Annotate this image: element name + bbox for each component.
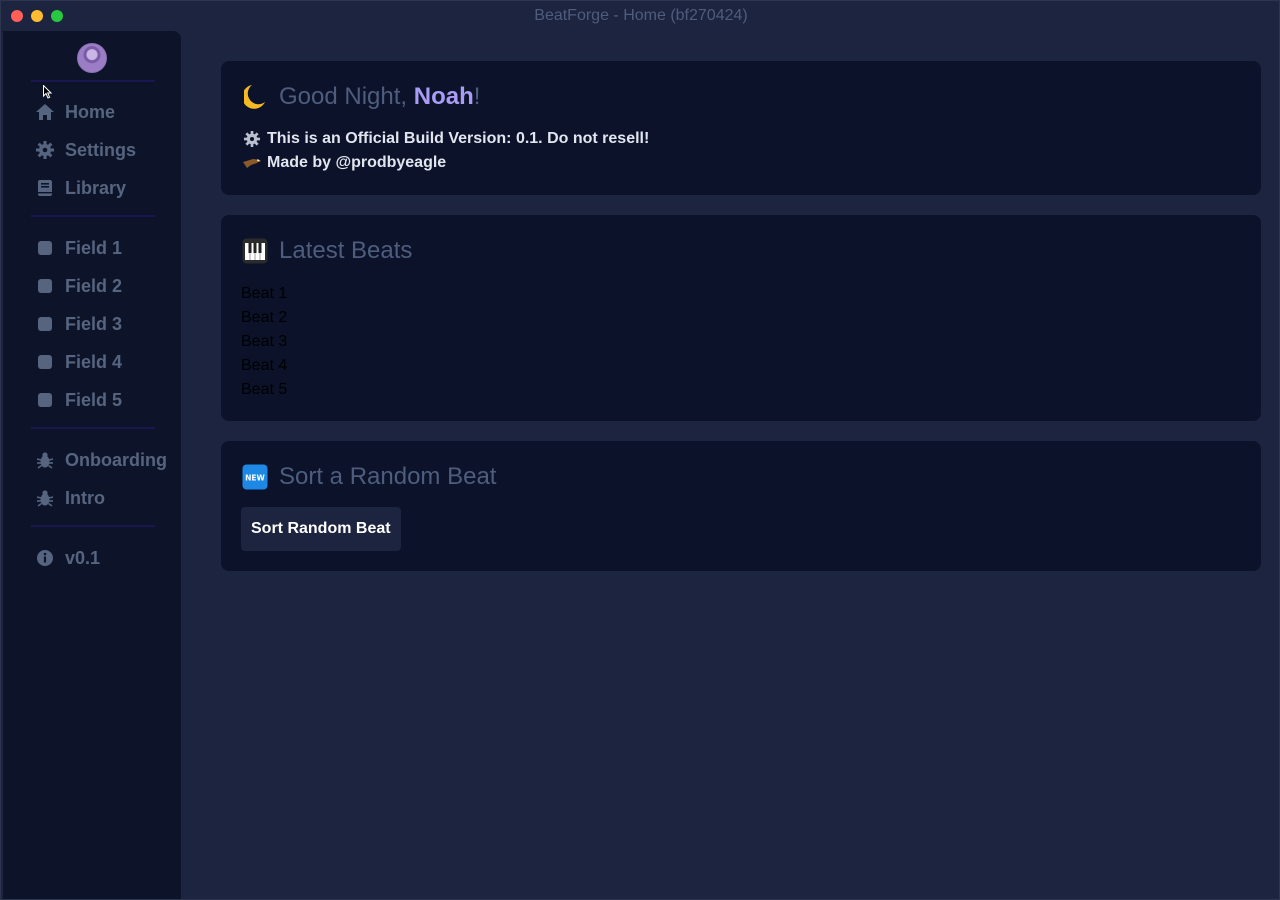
window-title: BeatForge - Home (bf270424) [534, 7, 748, 24]
gear-icon [35, 140, 55, 160]
made-by-text: Made by @prodbyeagle [267, 154, 447, 171]
sidebar-divider [31, 525, 155, 527]
avatar[interactable] [77, 43, 107, 73]
sidebar: Home Settings Library Field 1 Field 2 Fi… [3, 31, 181, 899]
sidebar-item-label: v0.1 [65, 547, 101, 568]
mouse-cursor-icon [43, 85, 53, 99]
sidebar-item-field-1[interactable]: Field 1 [35, 235, 122, 261]
crescent-moon-icon [241, 83, 269, 111]
sidebar-item-field-4[interactable]: Field 4 [35, 349, 122, 375]
sidebar-item-label: Settings [65, 139, 137, 160]
home-icon [35, 102, 55, 122]
greeting-suffix: ! [473, 83, 481, 110]
sidebar-item-field-3[interactable]: Field 3 [35, 311, 122, 337]
sidebar-item-label: Field 4 [65, 351, 123, 372]
sidebar-item-label: Field 3 [65, 313, 123, 334]
info-icon [35, 548, 55, 568]
greeting-prefix: Good Night, [279, 83, 414, 110]
build-notice-text: This is an Official Build Version: 0.1. … [267, 130, 650, 147]
sidebar-divider [31, 215, 155, 217]
square-icon [35, 390, 55, 410]
latest-beats-heading: Latest Beats [279, 237, 413, 264]
sidebar-item-onboarding[interactable]: Onboarding [35, 447, 167, 473]
eagle-icon [243, 154, 261, 172]
sidebar-item-label: Library [65, 177, 127, 198]
greeting-title: Good Night, Noah! [241, 83, 480, 111]
piano-icon [241, 237, 269, 265]
bug-icon [35, 488, 55, 508]
sidebar-item-label: Home [65, 101, 116, 122]
sidebar-item-version[interactable]: v0.1 [35, 545, 100, 571]
build-notice: This is an Official Build Version: 0.1. … [243, 130, 649, 148]
sidebar-item-label: Field 2 [65, 275, 123, 296]
sidebar-item-intro[interactable]: Intro [35, 485, 105, 511]
sidebar-divider [31, 80, 155, 82]
sidebar-item-label: Intro [65, 487, 105, 508]
user-name: Noah [413, 83, 474, 110]
sidebar-item-settings[interactable]: Settings [35, 137, 136, 163]
svg-text:NEW: NEW [245, 474, 265, 483]
list-item[interactable]: Beat 3 [241, 333, 287, 351]
new-badge-icon: NEW [241, 463, 269, 491]
sidebar-item-label: Onboarding [65, 449, 167, 470]
sidebar-divider [31, 427, 155, 429]
book-icon [35, 178, 55, 198]
list-item[interactable]: Beat 2 [241, 309, 287, 327]
sidebar-item-library[interactable]: Library [35, 175, 126, 201]
random-beat-heading: Sort a Random Beat [279, 463, 497, 490]
title-bar: BeatForge - Home (bf270424) [1, 1, 1280, 31]
sidebar-item-field-2[interactable]: Field 2 [35, 273, 122, 299]
square-icon [35, 352, 55, 372]
sidebar-item-field-5[interactable]: Field 5 [35, 387, 122, 413]
sidebar-item-label: Field 5 [65, 389, 123, 410]
list-item[interactable]: Beat 4 [241, 357, 287, 375]
random-beat-card: NEW Sort a Random Beat Sort Random Beat [221, 441, 1261, 571]
sort-random-beat-button[interactable]: Sort Random Beat [241, 507, 401, 551]
square-icon [35, 314, 55, 334]
bug-icon [35, 450, 55, 470]
gear-icon [243, 130, 261, 148]
latest-beats-card: Latest Beats Beat 1 Beat 2 Beat 3 Beat 4… [221, 215, 1261, 421]
app-window: BeatForge - Home (bf270424) Home Setting… [0, 0, 1280, 900]
made-by: Made by @prodbyeagle [243, 154, 446, 172]
greeting-card: Good Night, Noah! This is an Official Bu… [221, 61, 1261, 195]
list-item[interactable]: Beat 1 [241, 285, 287, 303]
square-icon [35, 276, 55, 296]
sidebar-item-home[interactable]: Home [35, 99, 115, 125]
square-icon [35, 238, 55, 258]
sidebar-item-label: Field 1 [65, 237, 123, 258]
latest-beats-title: Latest Beats [241, 237, 412, 265]
random-beat-title: NEW Sort a Random Beat [241, 463, 496, 491]
list-item[interactable]: Beat 5 [241, 381, 287, 399]
